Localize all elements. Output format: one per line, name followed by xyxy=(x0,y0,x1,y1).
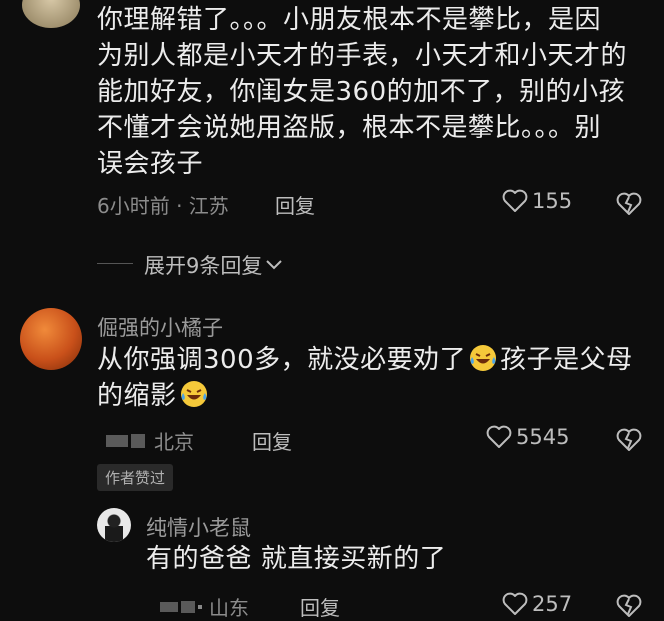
avatar-figure xyxy=(105,514,123,542)
blurred-time xyxy=(181,600,195,613)
laughing-crying-emoji xyxy=(180,381,207,407)
like-button[interactable]: 257 xyxy=(502,592,572,616)
username[interactable]: 纯情小老鼠 xyxy=(146,512,251,542)
expand-replies-button[interactable]: 展开9条回复 xyxy=(144,250,283,280)
blurred-time xyxy=(160,601,178,612)
blurred-time xyxy=(131,433,145,448)
reply-button[interactable]: 回复 xyxy=(275,190,315,219)
reply-text: 有的爸爸 就直接买新的了 xyxy=(146,544,447,574)
like-count: 257 xyxy=(532,592,573,616)
comment-text: 从你强调300多，就没必要劝了 孩子是父母 的缩影 xyxy=(97,345,633,411)
like-count: 155 xyxy=(532,189,573,213)
reply-button[interactable]: 回复 xyxy=(252,426,292,455)
laughing-crying-emoji xyxy=(470,345,497,371)
reply-meta: 山东 xyxy=(160,592,249,621)
broken-heart-icon[interactable] xyxy=(616,192,642,216)
reply-button[interactable]: 回复 xyxy=(300,592,340,621)
location-label: 山东 xyxy=(209,596,249,620)
author-liked-tag: 作者赞过 xyxy=(97,464,174,491)
expand-label: 展开9条回复 xyxy=(144,254,263,278)
location-label: 北京 xyxy=(154,430,194,454)
avatar[interactable] xyxy=(22,0,80,28)
like-button[interactable]: 155 xyxy=(502,189,572,213)
username[interactable]: 倔强的小橘子 xyxy=(97,312,223,342)
comment-meta: 6小时前 · 江苏 xyxy=(97,194,229,218)
chevron-down-icon xyxy=(266,260,283,270)
broken-heart-icon[interactable] xyxy=(616,594,642,618)
blurred-time xyxy=(198,604,202,609)
broken-heart-icon[interactable] xyxy=(616,428,642,452)
avatar[interactable] xyxy=(20,308,82,370)
heart-icon xyxy=(486,425,512,448)
expand-divider xyxy=(97,263,133,264)
like-button[interactable]: 5545 xyxy=(486,425,569,449)
heart-icon xyxy=(502,189,528,212)
avatar[interactable] xyxy=(97,508,131,542)
comment-text: 你理解错了。。。小朋友根本不是攀比，是因 为别人都是小天才的手表，小天才和小天才… xyxy=(97,5,628,179)
like-count: 5545 xyxy=(516,425,570,449)
blurred-time xyxy=(106,434,128,447)
comment-meta: 北京 xyxy=(106,426,194,455)
heart-icon xyxy=(502,592,528,615)
